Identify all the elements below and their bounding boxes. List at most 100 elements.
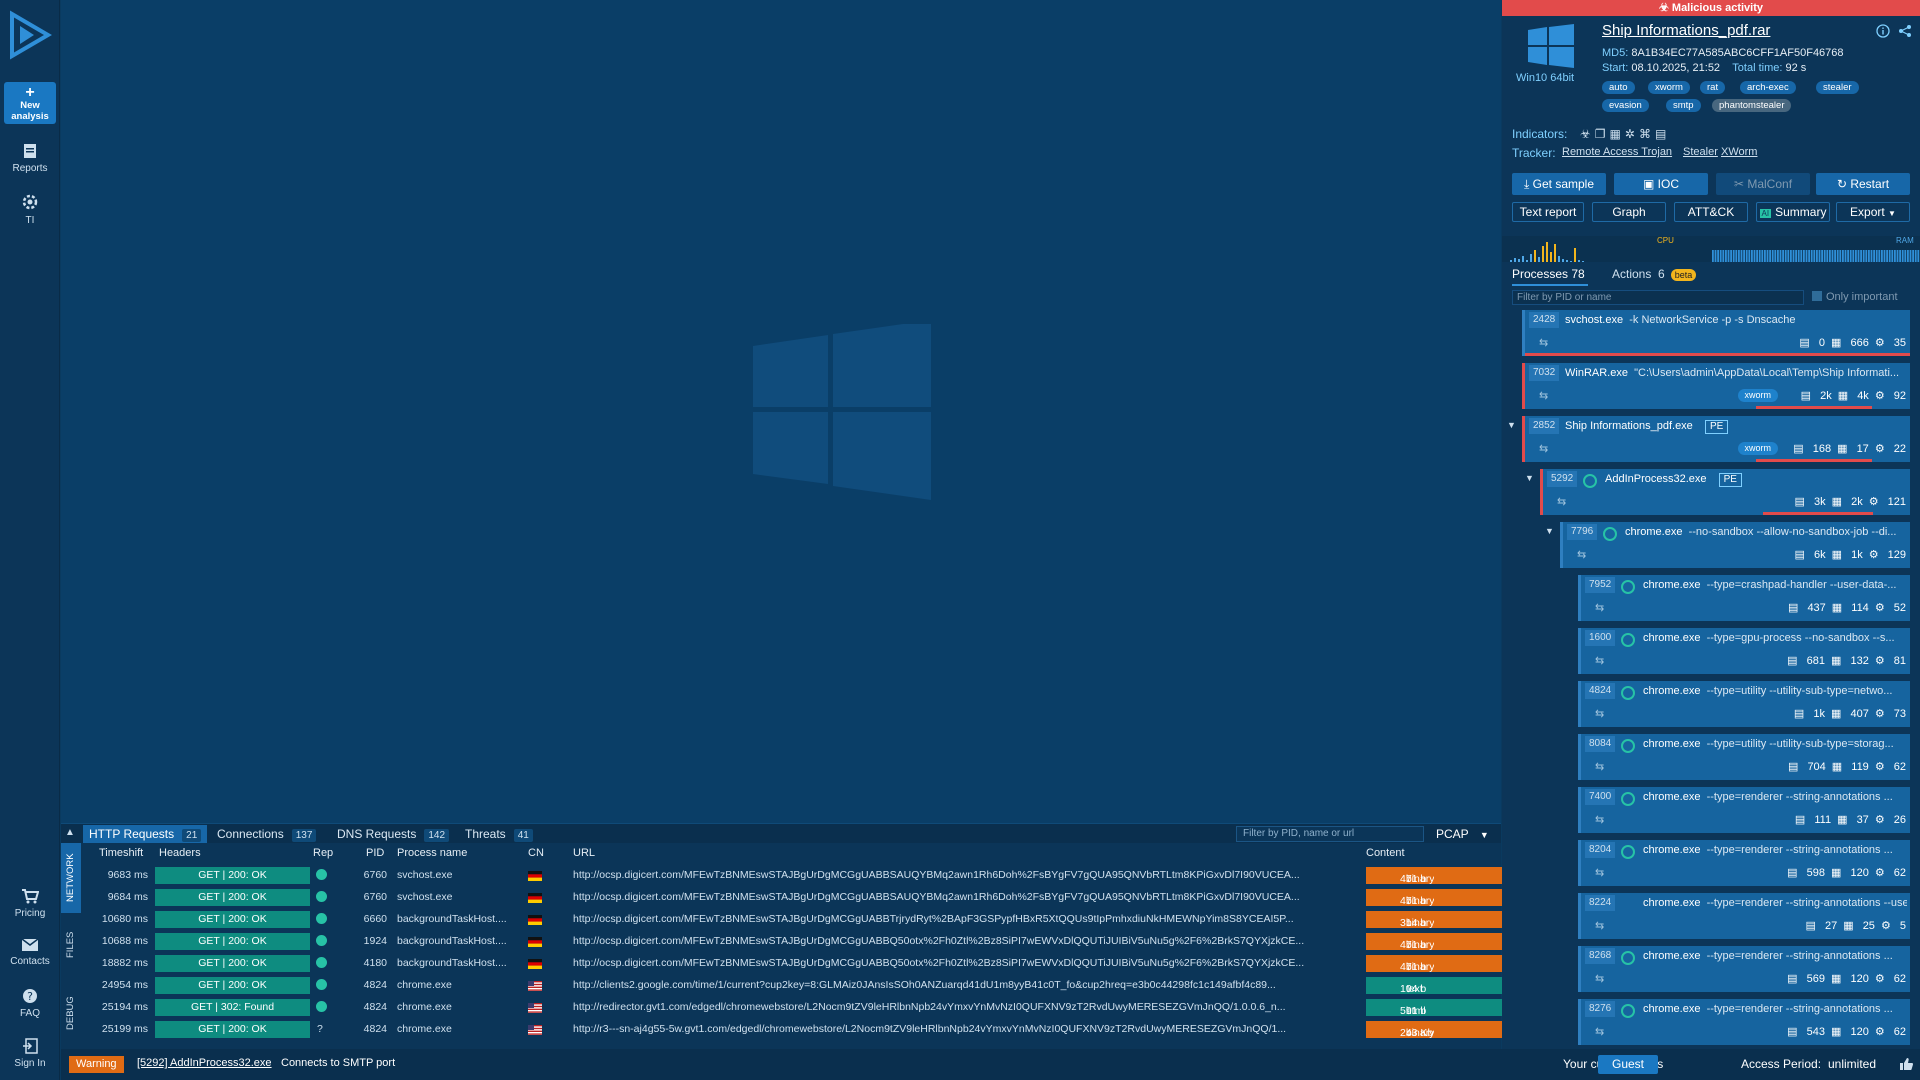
table-row[interactable]: 10680 ms GET | 200: OK 6660 backgroundTaskH… [81, 909, 1516, 931]
nav-pricing[interactable]: Pricing [0, 888, 60, 919]
side-tab-network[interactable]: NETWORK [61, 843, 81, 913]
tab-threats[interactable]: Threats 41 [459, 825, 539, 843]
request-status[interactable]: GET | 200: OK [155, 955, 310, 972]
tag-badge[interactable]: smtp [1666, 99, 1701, 112]
process-item[interactable]: 8276 chrome.exe --type=renderer --string-… [1578, 999, 1910, 1045]
file-name[interactable]: Ship Informations_pdf.rar [1602, 22, 1770, 39]
process-item[interactable]: 7400 chrome.exe --type=renderer --string-… [1578, 787, 1910, 833]
md5-value[interactable]: 8A1B34EC77A585ABC6CFF1AF50F46768 [1631, 47, 1843, 59]
process-item[interactable]: 8204 chrome.exe --type=renderer --string-… [1578, 840, 1910, 886]
request-status[interactable]: GET | 200: OK [155, 889, 310, 906]
process-tag[interactable]: xworm [1737, 389, 1778, 402]
only-important-toggle[interactable]: Only important [1812, 291, 1898, 303]
tracker-link-rat[interactable]: Remote Access Trojan [1562, 146, 1672, 158]
warning-process-link[interactable]: [5292] AddInProcess32.exe [137, 1057, 272, 1069]
restart-button[interactable]: ↻ Restart [1816, 173, 1910, 195]
tag-badge[interactable]: xworm [1648, 81, 1690, 94]
url[interactable]: http://clients2.google.com/time/1/curren… [573, 979, 1358, 991]
tag-badge[interactable]: evasion [1602, 99, 1649, 112]
process-item[interactable]: 8084 chrome.exe --type=utility --utility-… [1578, 734, 1910, 780]
request-status[interactable]: GET | 200: OK [155, 867, 310, 884]
process-tag[interactable]: xworm [1737, 442, 1778, 455]
col-pid[interactable]: PID [366, 847, 384, 859]
tag-badge[interactable]: rat [1700, 81, 1726, 94]
request-status[interactable]: GET | 200: OK [155, 977, 310, 994]
app-logo-icon[interactable] [8, 10, 52, 60]
table-row[interactable]: 18882 ms GET | 200: OK 4180 backgroundTaskH… [81, 953, 1516, 975]
request-status[interactable]: GET | 302: Found [155, 999, 310, 1016]
tab-actions[interactable]: Actions 6 beta [1612, 267, 1697, 281]
table-row[interactable]: 25194 ms GET | 302: Found 4824 chrome.exe ht… [81, 997, 1516, 1019]
tab-http-requests[interactable]: HTTP Requests 21 [83, 825, 208, 843]
content-badge[interactable]: 243 Kb ↓ binary [1366, 1021, 1516, 1039]
tab-connections[interactable]: Connections 137 [211, 825, 322, 843]
tracker-link-stealer[interactable]: Stealer [1683, 146, 1718, 158]
side-tab-debug[interactable]: DEBUG [61, 977, 81, 1049]
summary-button[interactable]: AI Summary [1756, 202, 1830, 222]
process-item[interactable]: 1600 chrome.exe --type=gpu-process --no-s… [1578, 628, 1910, 674]
process-item[interactable]: 7952 chrome.exe --type=crashpad-handler -… [1578, 575, 1910, 621]
process-item[interactable]: 7032 WinRAR.exe "C:\Users\admin\AppData\L… [1522, 363, 1910, 409]
nav-contacts[interactable]: Contacts [0, 938, 60, 967]
url[interactable]: http://r3---sn-aj4g55-5w.gvt1.com/edgedl… [573, 1023, 1358, 1035]
nav-faq[interactable]: ? FAQ [0, 988, 60, 1019]
process-item[interactable]: 2852 Ship Informations_pdf.exe PE xworm ▤ 1… [1522, 416, 1910, 462]
pcap-dropdown[interactable]: PCAP ▼ [1436, 826, 1496, 842]
content-badge[interactable]: 471 b ↓ binary [1366, 955, 1516, 973]
table-row[interactable]: 25199 ms GET | 200: OK? 4824 chrome.exe http… [81, 1019, 1516, 1041]
request-status[interactable]: GET | 200: OK [155, 933, 310, 950]
network-filter-input[interactable]: Filter by PID, name or url [1236, 826, 1424, 842]
ioc-button[interactable]: ▣ IOC [1614, 173, 1708, 195]
expand-chevron-icon[interactable]: ▼ [1507, 420, 1516, 430]
thumbs-up-icon[interactable] [1899, 1057, 1913, 1071]
tab-dns-requests[interactable]: DNS Requests 142 [331, 825, 455, 843]
nav-reports[interactable]: Reports [0, 143, 60, 174]
request-status[interactable]: GET | 200: OK [155, 1021, 310, 1038]
expand-chevron-icon[interactable]: ▼ [1545, 526, 1554, 536]
url[interactable]: http://ocsp.digicert.com/MFEwTzBNMEswSTA… [573, 891, 1358, 903]
process-item[interactable]: 5292 AddInProcess32.exe PE ▤ 3k ▦ 2k ⚙ 121 ⇆ [1540, 469, 1910, 515]
guest-badge[interactable]: Guest [1598, 1055, 1658, 1074]
process-item[interactable]: 8268 chrome.exe --type=renderer --string-… [1578, 946, 1910, 992]
graph-button[interactable]: Graph [1592, 202, 1666, 222]
request-status[interactable]: GET | 200: OK [155, 911, 310, 928]
text-report-button[interactable]: Text report [1512, 202, 1584, 222]
tag-badge[interactable]: auto [1602, 81, 1635, 94]
process-filter-input[interactable]: Filter by PID or name [1512, 290, 1804, 305]
table-row[interactable]: 9684 ms GET | 200: OK 6760 svchost.exe http:… [81, 887, 1516, 909]
content-badge[interactable]: 591 b ↓ html [1366, 999, 1516, 1017]
tracker-link-xworm[interactable]: XWorm [1721, 146, 1757, 158]
content-badge[interactable]: 314 b ↓ binary [1366, 911, 1516, 929]
attck-button[interactable]: ATT&CK [1674, 202, 1748, 222]
table-row[interactable]: 24954 ms GET | 200: OK 4824 chrome.exe http:… [81, 975, 1516, 997]
content-badge[interactable]: 104 b ↓ text [1366, 977, 1516, 995]
url[interactable]: http://ocsp.digicert.com/MFEwTzBNMEswSTA… [573, 869, 1358, 881]
new-analysis-button[interactable]: + New analysis [4, 82, 56, 124]
process-item[interactable]: 2428 svchost.exe -k NetworkService -p -s … [1522, 310, 1910, 356]
get-sample-button[interactable]: ⤓ Get sample [1512, 173, 1606, 195]
content-badge[interactable]: 471 b ↓ binary [1366, 867, 1516, 885]
expand-chevron-icon[interactable]: ▼ [1525, 473, 1534, 483]
tab-processes[interactable]: Processes 78 [1512, 267, 1585, 281]
info-icon[interactable] [1876, 24, 1890, 38]
share-icon[interactable] [1898, 24, 1912, 38]
nav-sign-in[interactable]: Sign In [0, 1038, 60, 1069]
tag-badge[interactable]: stealer [1816, 81, 1859, 94]
indicators-icons[interactable]: ☣❐▦✲⌘▤ [1580, 127, 1670, 141]
process-item[interactable]: 7796 chrome.exe --no-sandbox --allow-no-s… [1560, 522, 1910, 568]
content-badge[interactable]: 471 b ↓ binary [1366, 933, 1516, 951]
export-dropdown[interactable]: Export ▼ [1836, 202, 1910, 222]
url[interactable]: http://ocsp.digicert.com/MFEwTzBNMEswSTA… [573, 913, 1358, 925]
url[interactable]: http://ocsp.digicert.com/MFEwTzBNMEswSTA… [573, 935, 1358, 947]
nav-ti[interactable]: TI [0, 193, 60, 226]
url[interactable]: http://ocsp.digicert.com/MFEwTzBNMEswSTA… [573, 957, 1358, 969]
col-process[interactable]: Process name [397, 847, 467, 859]
process-item[interactable]: 8224 chrome.exe --type=renderer --string-… [1578, 893, 1910, 939]
table-row[interactable]: 9683 ms GET | 200: OK 6760 svchost.exe http:… [81, 865, 1516, 887]
vm-desktop-screen[interactable] [61, 0, 1501, 823]
side-tab-files[interactable]: FILES [61, 913, 81, 977]
collapse-up-icon[interactable]: ▲ [65, 827, 75, 838]
url[interactable]: http://redirector.gvt1.com/edgedl/chrome… [573, 1001, 1358, 1013]
tag-badge[interactable]: arch-exec [1740, 81, 1796, 94]
col-timeshift[interactable]: Timeshift [99, 847, 143, 859]
